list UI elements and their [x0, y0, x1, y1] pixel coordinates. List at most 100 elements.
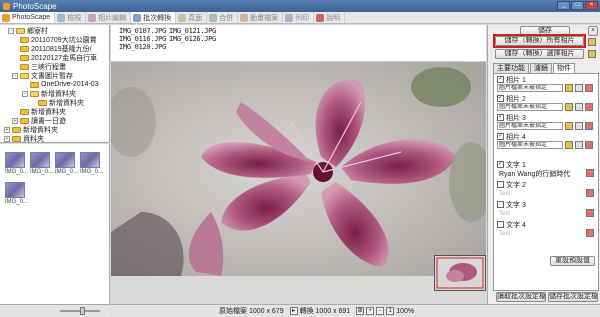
close-window-button[interactable]: × — [585, 1, 598, 10]
checkbox[interactable]: ✓ — [497, 114, 504, 121]
app-icon — [3, 2, 10, 10]
thumbnail[interactable]: IMG_0... — [30, 152, 53, 182]
tab-object[interactable]: 物件 — [553, 63, 575, 73]
text-4-toggle[interactable]: 文字 4 — [497, 220, 526, 229]
tab-batch[interactable]: 批次轉換 — [131, 12, 177, 23]
settings-icon[interactable] — [585, 122, 593, 130]
blank-icon[interactable] — [575, 103, 583, 111]
text-4-value[interactable]: Text — [499, 229, 510, 238]
minimize-button[interactable]: _ — [557, 1, 570, 10]
highlight-box — [493, 34, 586, 48]
navigator-minimap[interactable] — [434, 255, 486, 291]
file-item[interactable]: IMG_0116.JPG — [119, 35, 166, 43]
thumbnail-image — [55, 152, 75, 168]
save-batch-settings-button[interactable]: 儲存批次設定檔 — [548, 292, 598, 302]
help-icon — [316, 13, 325, 22]
folder-icon — [30, 90, 39, 97]
folder-icon — [12, 126, 21, 133]
tab-page[interactable]: 頁面 — [176, 12, 208, 23]
text-1-value[interactable]: Ryan Wang的行銷時代 — [499, 169, 570, 178]
photo-1-file-select[interactable]: 圖片檔案未被指定 — [497, 84, 563, 92]
settings-icon[interactable] — [585, 84, 593, 92]
expand-icon[interactable]: + — [4, 135, 10, 142]
tab-editor[interactable]: 相片編輯 — [86, 12, 132, 23]
window-controls: _ □ × — [557, 1, 598, 10]
photo-1-toggle[interactable]: ✓ 相片 1 — [497, 75, 526, 84]
text-2-value[interactable]: Text — [499, 189, 510, 198]
photo-3-file-select[interactable]: 圖片檔案未被指定 — [497, 122, 563, 130]
checkbox[interactable]: ✓ — [497, 133, 504, 140]
tree-item[interactable]: + 資料夾 — [4, 134, 44, 142]
text-3-value[interactable]: Text — [499, 209, 510, 218]
collapse-icon[interactable]: − — [12, 72, 18, 79]
checkbox[interactable]: ✓ — [497, 161, 504, 168]
checkbox[interactable] — [497, 181, 504, 188]
file-item[interactable]: IMG_0120.JPG — [119, 43, 166, 51]
expand-icon[interactable]: + — [4, 126, 10, 133]
open-folder-icon[interactable] — [565, 84, 573, 92]
folder-icon — [12, 135, 21, 142]
text-settings-icon[interactable] — [586, 169, 594, 177]
photo-3-toggle[interactable]: ✓ 相片 3 — [497, 113, 526, 122]
checkbox[interactable]: ✓ — [497, 76, 504, 83]
checkbox[interactable] — [497, 201, 504, 208]
photo-2-file-select[interactable]: 圖片檔案未被指定 — [497, 103, 563, 111]
tab-print[interactable]: 列印 — [283, 12, 315, 23]
open-folder-icon[interactable] — [565, 103, 573, 111]
thumbnail[interactable]: IMG_0... — [5, 152, 28, 182]
expand-icon[interactable]: + — [12, 117, 18, 124]
text-settings-icon[interactable] — [586, 209, 594, 217]
photo-preview[interactable] — [111, 62, 486, 276]
thumbnail[interactable]: IMG_0... — [80, 152, 103, 182]
settings-icon[interactable] — [585, 141, 593, 149]
convert-selected-button[interactable]: 儲存（轉換）選擇相片 — [495, 49, 584, 59]
maximize-button[interactable]: □ — [571, 1, 584, 10]
thumbnail[interactable]: IMG_0... — [55, 152, 78, 182]
checkbox[interactable]: ✓ — [497, 95, 504, 102]
file-item[interactable]: IMG_0107.JPG — [119, 27, 166, 35]
open-folder-icon[interactable] — [565, 122, 573, 130]
blank-icon[interactable] — [575, 84, 583, 92]
tab-help[interactable]: 說明 — [314, 12, 346, 23]
photo-4-file-select[interactable]: 圖片檔案未被指定 — [497, 141, 563, 149]
folder-icon — [16, 27, 25, 34]
photo-2-toggle[interactable]: ✓ 相片 2 — [497, 94, 526, 103]
folder-icon — [20, 117, 29, 124]
folder-icon[interactable] — [588, 38, 596, 46]
collapse-icon[interactable]: − — [8, 27, 14, 34]
tab-combine[interactable]: 合併 — [207, 12, 239, 23]
zoom-out-icon[interactable]: − — [376, 307, 385, 315]
blank-icon[interactable] — [575, 122, 583, 130]
open-folder-icon[interactable] — [565, 141, 573, 149]
tab-main[interactable]: 主要功能 — [493, 63, 529, 73]
combine-icon — [209, 13, 218, 22]
tab-filter[interactable]: 濾鏡 — [530, 63, 552, 73]
text-settings-icon[interactable] — [586, 229, 594, 237]
tab-viewer[interactable]: 檢視 — [55, 12, 87, 23]
tab-photoscape[interactable]: PhotoScape — [0, 12, 56, 23]
folder-icon — [20, 36, 29, 43]
folder-icon[interactable] — [588, 50, 596, 58]
file-item[interactable]: IMG_0126.JPG — [169, 35, 216, 43]
load-batch-settings-button[interactable]: 讀取批次設定檔 — [496, 292, 546, 302]
collapse-icon[interactable]: − — [22, 90, 28, 97]
text-2-toggle[interactable]: 文字 2 — [497, 180, 526, 189]
blank-icon[interactable] — [575, 141, 583, 149]
original-size-icon[interactable]: 1 — [386, 307, 395, 315]
thumbnail-size-slider[interactable] — [80, 307, 85, 315]
folder-icon — [20, 72, 29, 79]
close-panel-button[interactable]: × — [588, 26, 598, 36]
tab-animated-gif[interactable]: 動畫檔案 — [238, 12, 284, 23]
reset-defaults-button[interactable]: 重設預設值 — [550, 256, 595, 266]
tree-item[interactable]: − 文書圖片暫存 — [12, 71, 73, 80]
file-item[interactable]: IMG_0121.JPG — [169, 27, 216, 35]
checkbox[interactable] — [497, 221, 504, 228]
settings-icon[interactable] — [585, 103, 593, 111]
gif-icon — [240, 13, 249, 22]
text-settings-icon[interactable] — [586, 189, 594, 197]
zoom-in-icon[interactable]: + — [366, 307, 375, 315]
photo-4-toggle[interactable]: ✓ 相片 4 — [497, 132, 526, 141]
fit-icon[interactable]: ⊞ — [356, 307, 365, 315]
thumbnail[interactable]: IMG_0... — [5, 182, 28, 212]
text-3-toggle[interactable]: 文字 3 — [497, 200, 526, 209]
